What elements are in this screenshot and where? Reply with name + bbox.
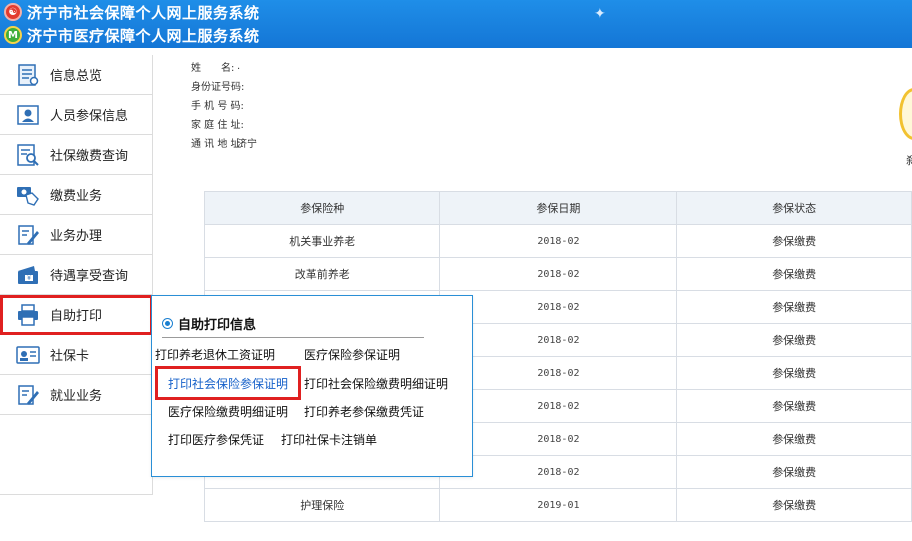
- cell-type: 机关事业养老: [203, 224, 441, 258]
- info-label: 身份证号码:: [191, 82, 245, 93]
- social-security-logo-icon: ☯: [4, 3, 22, 21]
- cell-type: 改革前养老: [203, 257, 441, 291]
- info-value: .: [237, 61, 241, 72]
- popup-divider: [162, 337, 424, 338]
- table-row: 改革前养老 2018-02 参保缴费: [203, 257, 912, 291]
- info-label: 手 机 号 码:: [191, 101, 244, 112]
- cell-date: 2018-02: [439, 257, 678, 291]
- header-row-social: ☯ 济宁市社会保障个人网上服务系统: [4, 2, 260, 22]
- sidebar-item-label: 业务办理: [50, 229, 103, 244]
- header-banner: ☯ 济宁市社会保障个人网上服务系统 M 济宁市医疗保障个人网上服务系统 ✦: [0, 0, 912, 48]
- medical-security-logo-icon: M: [4, 26, 22, 44]
- id-card-icon: [16, 345, 40, 364]
- cell-status: 参保缴费: [676, 422, 912, 456]
- header-title-social: 济宁市社会保障个人网上服务系统: [27, 3, 260, 22]
- document-list-icon: [18, 63, 39, 86]
- column-header-date: 参保日期: [439, 191, 678, 225]
- cell-date: 2018-02: [439, 323, 678, 357]
- info-label: 通 讯 地 址:: [191, 139, 244, 150]
- cell-status: 参保缴费: [676, 257, 912, 291]
- sidebar-item-overview[interactable]: 信息总览: [0, 55, 153, 95]
- badge-caption: 刹: [906, 154, 912, 167]
- sidebar-item-label: 待遇享受查询: [50, 269, 129, 284]
- printer-icon: [18, 303, 38, 326]
- sidebar-item-label: 信息总览: [50, 69, 103, 84]
- info-row-phone: 手 机 号 码:: [191, 95, 257, 114]
- link-print-medical-voucher[interactable]: 打印医疗参保凭证: [168, 431, 264, 448]
- link-medical-insurance-cert[interactable]: 医疗保险参保证明: [304, 346, 400, 363]
- cell-date: 2018-02: [439, 356, 678, 390]
- column-header-status: 参保状态: [676, 191, 912, 225]
- table-header-row: 参保险种 参保日期 参保状态: [203, 191, 912, 225]
- cell-status: 参保缴费: [676, 389, 912, 423]
- sidebar-item-payment-query[interactable]: 社保缴费查询: [0, 135, 153, 175]
- cell-date: 2018-02: [439, 455, 678, 489]
- header-title-medical: 济宁市医疗保障个人网上服务系统: [27, 26, 260, 45]
- cell-status: 参保缴费: [676, 290, 912, 324]
- cell-type: 护理保险: [203, 488, 441, 522]
- cell-date: 2018-02: [439, 389, 678, 423]
- sidebar: 信息总览 人员参保信息 社保缴费查询 缴费业务 业务办理 ¥ 待遇享受查询 自助…: [0, 55, 153, 495]
- edit-form-icon: [18, 384, 39, 405]
- person-card-icon: [17, 104, 39, 125]
- info-label: 家 庭 住 址:: [191, 120, 244, 131]
- column-header-type: 参保险种: [203, 191, 441, 225]
- svg-text:¥: ¥: [27, 275, 31, 282]
- info-row-home-address: 家 庭 住 址:: [191, 114, 257, 133]
- link-print-pension-voucher[interactable]: 打印养老参保缴费凭证: [304, 403, 424, 420]
- popup-title: 自助打印信息: [178, 318, 257, 333]
- link-print-payment-detail[interactable]: 打印社会保险缴费明细证明: [304, 375, 448, 392]
- photo-badge-icon: [899, 88, 912, 140]
- hand-money-icon: [17, 186, 39, 206]
- search-list-icon: [17, 143, 39, 166]
- wallet-icon: ¥: [18, 265, 38, 284]
- popup-header: 自助打印信息: [162, 314, 256, 333]
- sidebar-item-employment[interactable]: 就业业务: [0, 375, 153, 415]
- link-print-pension-salary[interactable]: 打印养老退休工资证明: [155, 346, 275, 363]
- sidebar-item-person-insurance[interactable]: 人员参保信息: [0, 95, 153, 135]
- header-row-medical: M 济宁市医疗保障个人网上服务系统: [4, 25, 260, 45]
- sidebar-item-label: 社保卡: [50, 349, 90, 364]
- sidebar-item-social-card[interactable]: 社保卡: [0, 335, 153, 375]
- cell-status: 参保缴费: [676, 224, 912, 258]
- cell-date: 2019-01: [439, 488, 678, 522]
- radio-dot-icon: [162, 318, 173, 329]
- sidebar-item-label: 自助打印: [50, 309, 103, 324]
- edit-form-icon: [18, 224, 39, 245]
- info-value: 济宁: [237, 139, 257, 150]
- highlight-box: [155, 366, 301, 400]
- cell-date: 2018-02: [439, 290, 678, 324]
- sidebar-item-payment-business[interactable]: 缴费业务: [0, 175, 153, 215]
- cell-status: 参保缴费: [676, 323, 912, 357]
- info-row-id: 身份证号码:: [191, 76, 257, 95]
- info-row-name: 姓 名: .: [191, 57, 257, 76]
- sidebar-item-self-print[interactable]: 自助打印: [0, 295, 153, 335]
- sidebar-item-label: 缴费业务: [50, 189, 103, 204]
- cell-status: 参保缴费: [676, 455, 912, 489]
- sidebar-item-business-handling[interactable]: 业务办理: [0, 215, 153, 255]
- table-row: 护理保险 2019-01 参保缴费: [203, 488, 912, 522]
- cell-date: 2018-02: [439, 224, 678, 258]
- table-row: 机关事业养老 2018-02 参保缴费: [203, 224, 912, 258]
- personal-info: 姓 名: . 身份证号码: 手 机 号 码: 家 庭 住 址: 通 讯 地 址:…: [191, 57, 257, 152]
- sidebar-item-label: 社保缴费查询: [50, 149, 129, 164]
- cell-status: 参保缴费: [676, 356, 912, 390]
- sparkle-icon: ✦: [594, 6, 606, 22]
- sidebar-item-label: 人员参保信息: [50, 109, 129, 124]
- cell-date: 2018-02: [439, 422, 678, 456]
- link-medical-payment-detail[interactable]: 医疗保险缴费明细证明: [168, 403, 288, 420]
- cell-status: 参保缴费: [676, 488, 912, 522]
- link-print-card-cancellation[interactable]: 打印社保卡注销单: [281, 431, 377, 448]
- sidebar-item-benefit-query[interactable]: ¥ 待遇享受查询: [0, 255, 153, 295]
- info-row-mail-address: 通 讯 地 址: 济宁: [191, 133, 257, 152]
- sidebar-item-label: 就业业务: [50, 389, 103, 404]
- info-label: 姓 名:: [191, 63, 235, 74]
